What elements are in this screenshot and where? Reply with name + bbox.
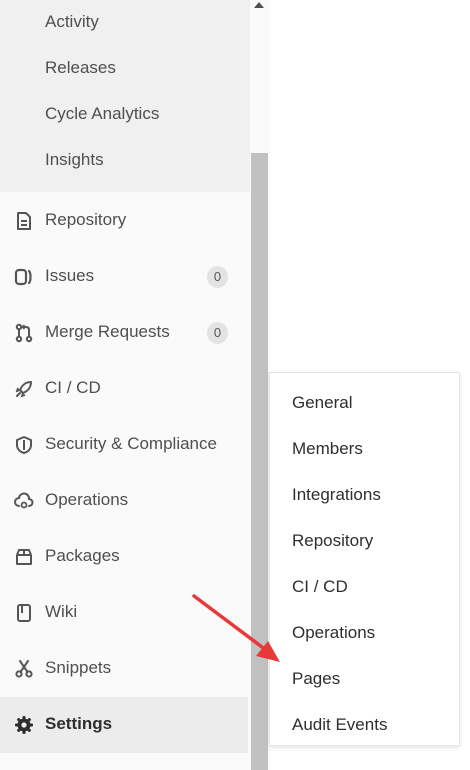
document-icon [14,211,34,231]
sidebar-item-packages[interactable]: Packages [0,529,248,585]
flyout-item-ci-cd[interactable]: CI / CD [292,576,348,598]
sidebar-item-ci-cd[interactable]: CI / CD [0,361,248,417]
sidebar-item-label: Snippets [45,658,112,677]
sidebar-item-operations[interactable]: Operations [0,473,248,529]
book-icon [14,603,34,623]
flyout-item-integrations[interactable]: Integrations [292,484,381,506]
cloud-gear-icon [14,491,34,511]
submenu-item-releases[interactable]: Releases [45,57,116,79]
scrollbar-thumb[interactable] [251,153,268,770]
settings-flyout-menu: General Members Integrations Repository … [269,372,460,746]
sidebar-item-wiki[interactable]: Wiki [0,585,248,641]
rocket-icon [14,379,34,399]
shield-icon [14,435,34,455]
scissors-icon [14,659,34,679]
project-submenu: Activity Releases Cycle Analytics Insigh… [0,0,250,192]
sidebar-item-repository[interactable]: Repository [0,193,248,249]
sidebar-item-issues[interactable]: Issues 0 [0,249,248,305]
flyout-item-audit-events[interactable]: Audit Events [292,714,387,736]
sidebar-item-label: CI / CD [45,378,101,397]
sidebar-item-security-compliance[interactable]: Security & Compliance [0,417,248,473]
flyout-item-members[interactable]: Members [292,438,363,460]
submenu-item-insights[interactable]: Insights [45,149,104,171]
scroll-up-arrow-icon[interactable] [254,2,264,8]
sidebar-item-label: Wiki [45,602,78,621]
submenu-item-cycle-analytics[interactable]: Cycle Analytics [45,103,159,125]
flyout-item-general[interactable]: General [292,392,352,414]
sidebar-item-label: Repository [45,210,127,229]
package-icon [14,547,34,567]
sidebar: Activity Releases Cycle Analytics Insigh… [0,0,250,770]
gear-icon [14,715,34,735]
sidebar-item-label: Merge Requests [45,322,170,341]
merge-requests-count-badge: 0 [207,322,228,344]
sidebar-item-label: Operations [45,490,129,509]
sidebar-item-label: Settings [45,714,113,733]
submenu-item-activity[interactable]: Activity [45,11,99,33]
sidebar-item-label: Security & Compliance [45,434,217,453]
sidebar-item-label: Issues [45,266,95,285]
sidebar-item-merge-requests[interactable]: Merge Requests 0 [0,305,248,361]
sidebar-item-settings[interactable]: Settings [0,697,248,753]
merge-request-icon [14,323,34,343]
flyout-item-operations[interactable]: Operations [292,622,375,644]
issues-icon [14,267,34,287]
flyout-item-repository[interactable]: Repository [292,530,373,552]
sidebar-item-snippets[interactable]: Snippets [0,641,248,697]
flyout-item-pages[interactable]: Pages [292,668,340,690]
issues-count-badge: 0 [207,266,228,288]
sidebar-item-label: Packages [45,546,120,565]
